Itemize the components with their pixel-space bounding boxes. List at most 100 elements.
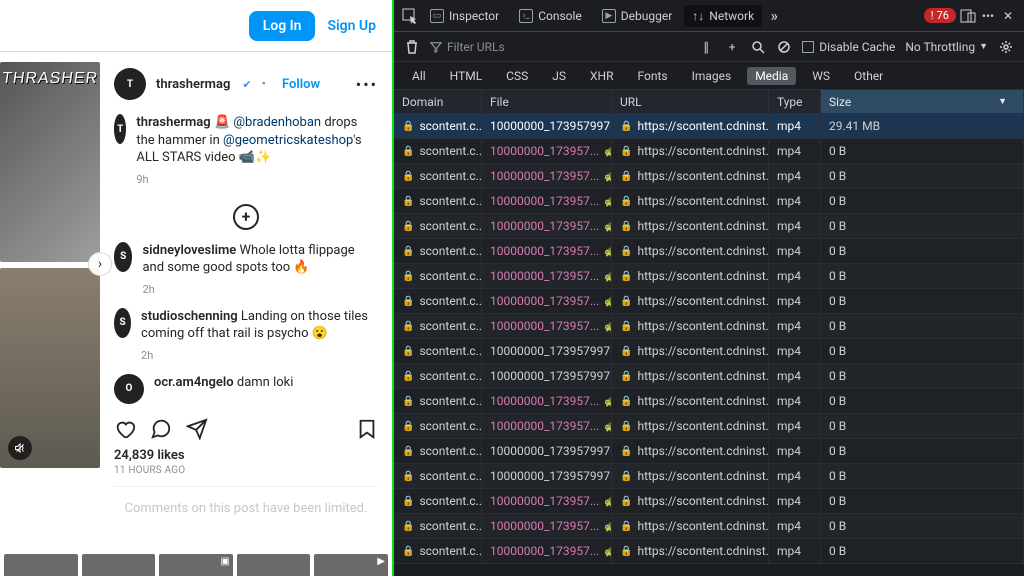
comment-username[interactable]: studioschenning (141, 309, 238, 324)
comment-text: studioschenning Landing on those tiles c… (141, 308, 378, 343)
comment-username[interactable]: ocr.am4ngelo (154, 375, 234, 390)
network-row[interactable]: 🔒scontent.c... 10000000_173957...🐢 🔒http… (394, 139, 1024, 164)
caption-avatar[interactable]: T (114, 114, 126, 144)
cell-size: 0 B (821, 464, 1024, 488)
signup-button[interactable]: Sign Up (327, 18, 376, 34)
filter-chip-js[interactable]: JS (544, 67, 574, 85)
tab-network[interactable]: ↑↓Network (684, 5, 762, 27)
block-icon[interactable] (776, 39, 792, 55)
cell-size: 0 B (821, 289, 1024, 313)
comment-avatar[interactable]: S (114, 308, 131, 338)
network-row[interactable]: 🔒scontent.c... 10000000_17395799764🐢 🔒ht… (394, 439, 1024, 464)
devtools-tabstrip: ▭Inspector ›_Console ▶Debugger ↑↓Network… (394, 0, 1024, 32)
pause-icon[interactable]: ∥ (698, 39, 714, 55)
comment-username[interactable]: sidneyloveslime (142, 243, 236, 258)
col-size[interactable]: Size▼ (821, 90, 1024, 113)
share-icon[interactable] (186, 418, 208, 440)
tab-debugger[interactable]: ▶Debugger (594, 5, 681, 27)
comment-avatar[interactable]: S (114, 242, 132, 272)
media-tile-1[interactable]: THRASHER (0, 62, 100, 262)
like-icon[interactable] (114, 418, 136, 440)
thumbnail[interactable] (237, 554, 311, 576)
cell-domain: 🔒scontent.c... (394, 414, 482, 438)
network-row[interactable]: 🔒scontent.c... 10000000_173957...🐢 🔒http… (394, 489, 1024, 514)
network-row[interactable]: 🔒scontent.c... 10000000_173957...🐢 🔒http… (394, 539, 1024, 564)
tab-inspector[interactable]: ▭Inspector (422, 5, 507, 27)
cell-url: 🔒https://scontent.cdninst... (612, 114, 769, 138)
author-username[interactable]: thrashermag (156, 77, 230, 92)
filter-chip-xhr[interactable]: XHR (582, 67, 621, 85)
thumbnail[interactable] (82, 554, 156, 576)
col-file[interactable]: File (482, 90, 612, 113)
settings-gear-icon[interactable] (998, 39, 1014, 55)
filter-chip-media[interactable]: Media (747, 67, 796, 85)
filter-chip-images[interactable]: Images (684, 67, 740, 85)
tabs-overflow-button[interactable]: » (766, 8, 782, 24)
cell-type: mp4 (769, 114, 821, 138)
network-row[interactable]: 🔒scontent.c... 10000000_173957...🐢 🔒http… (394, 189, 1024, 214)
pick-element-icon[interactable] (402, 8, 418, 24)
mention-link[interactable]: @bradenhoban (233, 115, 321, 130)
col-domain[interactable]: Domain (394, 90, 482, 113)
caption-text: thrashermag 🚨 @bradenhoban drops the ham… (136, 114, 378, 167)
cell-url: 🔒https://scontent.cdninst... (612, 339, 769, 363)
network-row[interactable]: 🔒scontent.c... 10000000_173957...🐢 🔒http… (394, 214, 1024, 239)
network-row[interactable]: 🔒scontent.c... 10000000_173957...🐢 🔒http… (394, 414, 1024, 439)
network-row[interactable]: 🔒scontent.c... 10000000_173957...🐢 🔒http… (394, 389, 1024, 414)
add-button[interactable]: + (233, 204, 259, 230)
filter-chip-other[interactable]: Other (846, 67, 891, 85)
lock-icon: 🔒 (402, 496, 414, 507)
network-row[interactable]: 🔒scontent.c... 10000000_173957...🐢 🔒http… (394, 264, 1024, 289)
network-row[interactable]: 🔒scontent.c... 10000000_173957...🐢 🔒http… (394, 514, 1024, 539)
login-button[interactable]: Log In (249, 11, 316, 41)
responsive-mode-icon[interactable] (960, 8, 976, 24)
lock-icon: 🔒 (402, 171, 414, 182)
filter-chip-ws[interactable]: WS (804, 67, 838, 85)
filter-chip-fonts[interactable]: Fonts (629, 67, 675, 85)
media-carousel[interactable]: THRASHER › (0, 52, 100, 576)
filter-chip-css[interactable]: CSS (498, 67, 536, 85)
disable-cache-checkbox[interactable]: Disable Cache (802, 40, 895, 54)
thumbnail[interactable]: ▶ (314, 554, 388, 576)
mention-link[interactable]: @geometricskateshop (223, 133, 353, 148)
add-icon[interactable]: + (724, 39, 740, 55)
col-type[interactable]: Type (769, 90, 821, 113)
media-tile-2[interactable] (0, 268, 100, 468)
mute-icon[interactable] (8, 436, 32, 460)
network-row[interactable]: 🔒scontent.c... 10000000_17395799764🐢 🔒ht… (394, 114, 1024, 139)
likes-count[interactable]: 24,839 likes (114, 448, 378, 463)
comment-icon[interactable] (150, 418, 172, 440)
network-row[interactable]: 🔒scontent.c... 10000000_173957...🐢 🔒http… (394, 289, 1024, 314)
more-options-button[interactable]: ••• (356, 75, 378, 94)
clear-icon[interactable] (404, 39, 420, 55)
network-row[interactable]: 🔒scontent.c... 10000000_17395799764🐢 🔒ht… (394, 364, 1024, 389)
close-devtools-icon[interactable]: ✕ (1000, 8, 1016, 24)
filter-chip-html[interactable]: HTML (442, 67, 491, 85)
network-row[interactable]: 🔒scontent.c... 10000000_173957...🐢 🔒http… (394, 314, 1024, 339)
col-url[interactable]: URL (612, 90, 769, 113)
filter-chip-all[interactable]: All (404, 67, 434, 85)
search-icon[interactable] (750, 39, 766, 55)
thumbnail[interactable] (4, 554, 78, 576)
network-row[interactable]: 🔒scontent.c... 10000000_173957...🐢 🔒http… (394, 164, 1024, 189)
throttling-select[interactable]: No Throttling▼ (905, 40, 988, 54)
comment: S sidneyloveslime Whole lotta flippage a… (114, 242, 378, 296)
carousel-next-button[interactable]: › (88, 252, 112, 276)
follow-button[interactable]: Follow (282, 77, 320, 92)
sort-desc-icon: ▼ (998, 96, 1007, 107)
cell-url: 🔒https://scontent.cdninst... (612, 489, 769, 513)
error-count-badge[interactable]: !76 (924, 8, 956, 23)
author-avatar[interactable]: T (114, 68, 146, 100)
cell-type: mp4 (769, 514, 821, 538)
network-row[interactable]: 🔒scontent.c... 10000000_173957...🐢 🔒http… (394, 239, 1024, 264)
cell-size: 0 B (821, 539, 1024, 563)
thumbnail[interactable]: ▣ (159, 554, 233, 576)
bookmark-icon[interactable] (356, 418, 378, 440)
lock-icon: 🔒 (620, 421, 632, 432)
network-row[interactable]: 🔒scontent.c... 10000000_17395799764🐢 🔒ht… (394, 339, 1024, 364)
filter-urls-input[interactable]: Filter URLs (430, 40, 505, 54)
kebab-menu-icon[interactable]: ••• (980, 8, 996, 24)
comment-avatar[interactable]: O (114, 374, 144, 404)
tab-console[interactable]: ›_Console (511, 5, 590, 27)
network-row[interactable]: 🔒scontent.c... 10000000_17395799764🐢 🔒ht… (394, 464, 1024, 489)
